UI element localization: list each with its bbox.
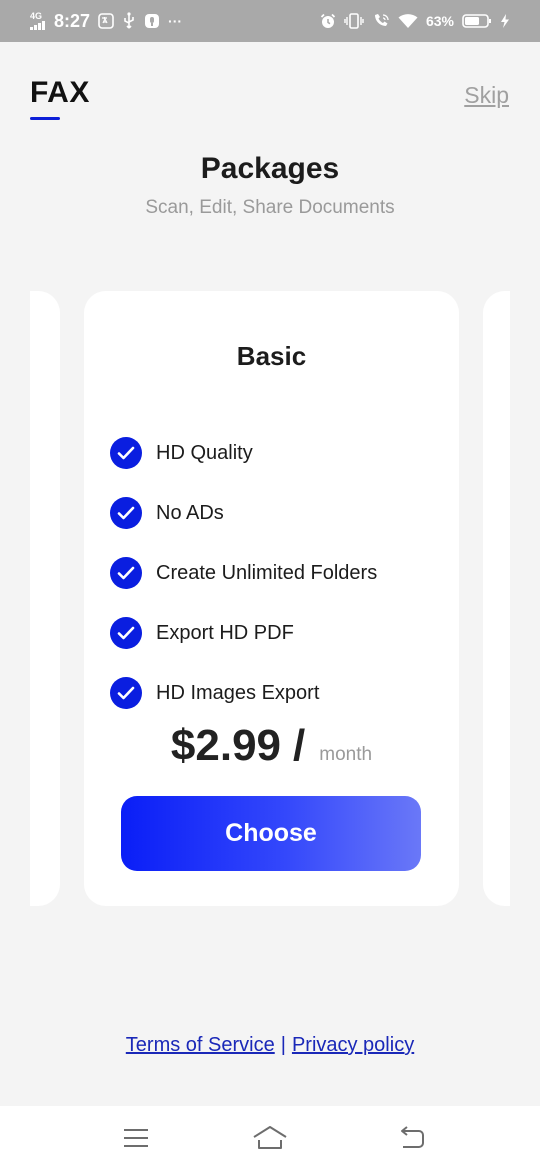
price-separator: / [293, 721, 306, 770]
check-circle-icon [110, 617, 142, 649]
back-icon[interactable] [392, 1122, 432, 1154]
feature-item: HD Images Export [110, 663, 377, 723]
feature-item: HD Quality [110, 423, 377, 483]
feature-label: Create Unlimited Folders [156, 561, 378, 584]
signal-icon: 4G [30, 12, 46, 30]
feature-list: HD Quality No ADs Create Unlimited Folde… [110, 423, 377, 723]
check-circle-icon [110, 497, 142, 529]
check-circle-icon [110, 437, 142, 469]
vibrate-icon [344, 13, 364, 29]
page-title: Packages [200, 152, 340, 185]
battery-icon [462, 13, 492, 29]
choose-button[interactable]: Choose [121, 796, 421, 871]
next-package-card[interactable] [483, 291, 510, 906]
feature-item: Export HD PDF [110, 603, 377, 663]
notification-icon [144, 13, 160, 29]
menu-icon[interactable] [116, 1122, 156, 1154]
charging-icon [500, 13, 510, 29]
title-underline [30, 117, 60, 120]
legal-links: Terms of Service | Privacy policy [0, 1034, 540, 1057]
usb-icon [122, 12, 136, 30]
feature-label: No ADs [156, 501, 224, 524]
status-left: 4G 8:27 ··· [30, 0, 182, 42]
price-period: month [319, 744, 373, 765]
skip-link[interactable]: Skip [464, 82, 509, 109]
status-time: 8:27 [54, 10, 91, 31]
wifi-calling-icon [372, 13, 390, 29]
feature-item: No ADs [110, 483, 377, 543]
status-right: 63% [320, 0, 510, 42]
more-notifications: ··· [168, 13, 183, 29]
home-icon[interactable] [250, 1122, 290, 1154]
terms-of-service-link[interactable]: Terms of Service [126, 1034, 275, 1056]
wifi-icon [398, 13, 418, 29]
network-type: 4G [30, 11, 43, 21]
check-circle-icon [110, 677, 142, 709]
page-subtitle: Scan, Edit, Share Documents [145, 197, 395, 218]
status-bar: 4G 8:27 ··· 63% [0, 0, 540, 42]
feature-label: HD Quality [156, 441, 253, 464]
price-row: $2.99 / month [84, 721, 459, 771]
feature-item: Create Unlimited Folders [110, 543, 377, 603]
price-amount: $2.99 [170, 721, 282, 770]
app-title: FAX [30, 76, 90, 109]
legal-separator: | [280, 1034, 286, 1056]
battery-percent: 63% [425, 13, 454, 29]
feature-label: HD Images Export [156, 681, 320, 704]
translate-icon [98, 13, 114, 29]
navigation-bar [0, 1106, 540, 1170]
feature-label: Export HD PDF [156, 621, 294, 644]
previous-package-card[interactable] [30, 291, 60, 906]
plan-name: Basic [236, 341, 307, 371]
package-card-basic: Basic HD Quality No ADs Create Unlimited… [84, 291, 459, 906]
privacy-policy-link[interactable]: Privacy policy [292, 1034, 414, 1056]
check-circle-icon [110, 557, 142, 589]
alarm-icon [320, 13, 336, 29]
